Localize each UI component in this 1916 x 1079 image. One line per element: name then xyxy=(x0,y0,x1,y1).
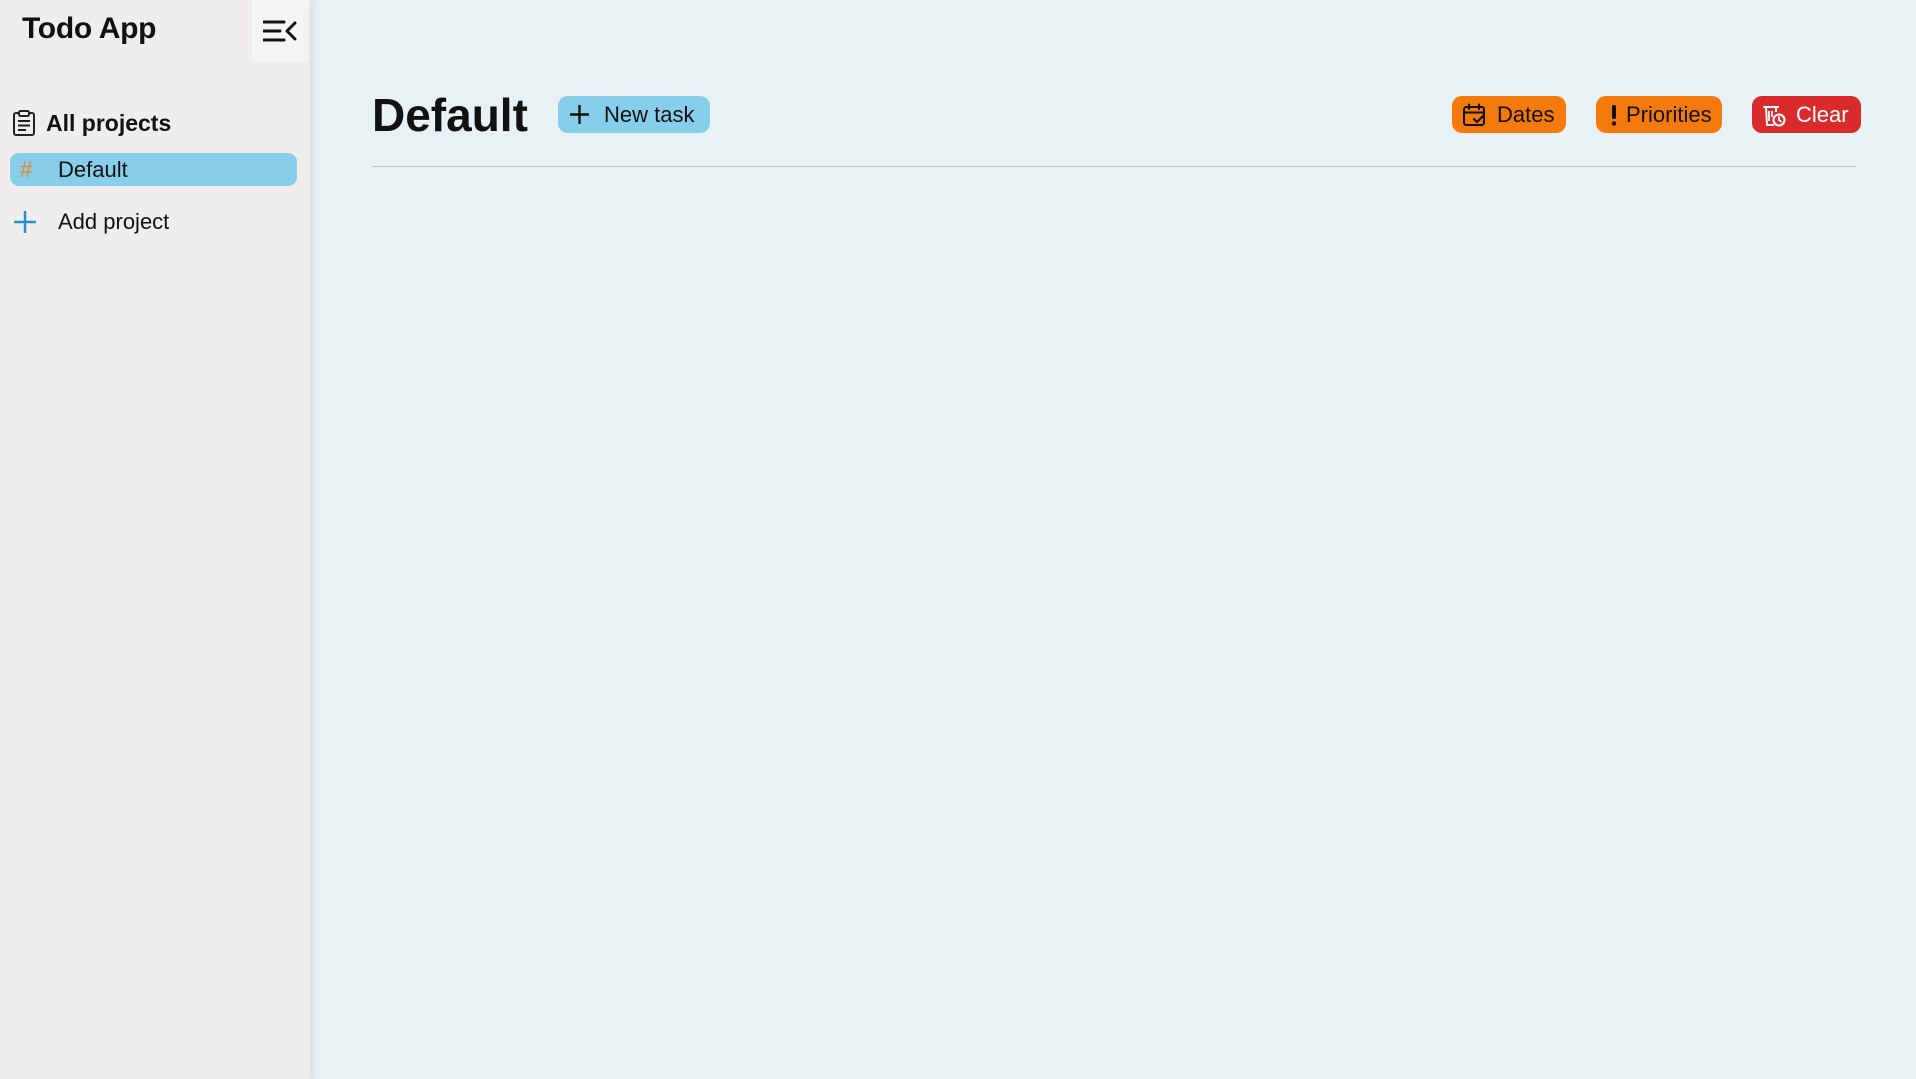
trash-clock-icon xyxy=(1763,106,1786,127)
new-task-label: New task xyxy=(604,102,695,127)
clear-label: Clear xyxy=(1796,102,1849,127)
exclamation-icon xyxy=(1611,105,1617,126)
all-projects-link[interactable]: All projects xyxy=(12,108,171,138)
dates-filter-button[interactable]: Dates xyxy=(1452,96,1566,133)
sidebar-header: Todo App xyxy=(0,0,310,62)
priorities-filter-button[interactable]: Priorities xyxy=(1596,96,1722,133)
priorities-label: Priorities xyxy=(1626,102,1712,127)
clear-button[interactable]: Clear xyxy=(1752,96,1861,133)
plus-icon xyxy=(570,105,589,124)
main-content: Default New task Dates Priorities Clear xyxy=(310,0,1916,1079)
collapse-sidebar-button[interactable] xyxy=(252,0,308,62)
header-divider xyxy=(372,166,1856,167)
all-projects-label: All projects xyxy=(46,109,172,136)
project-label: Default xyxy=(58,157,128,182)
app-title: Todo App xyxy=(22,12,157,45)
hash-icon: # xyxy=(19,156,33,182)
todo-app: Todo App All projects # Default Add proj… xyxy=(0,0,1916,1079)
plus-icon xyxy=(14,211,36,233)
new-task-button[interactable]: New task xyxy=(558,96,710,133)
sidebar: Todo App All projects # Default Add proj… xyxy=(0,0,310,1079)
clipboard-icon xyxy=(12,109,38,137)
calendar-check-icon xyxy=(1463,103,1486,126)
sidebar-item-default-project[interactable]: # Default xyxy=(10,153,297,186)
page-title: Default xyxy=(372,89,528,141)
dates-label: Dates xyxy=(1497,102,1555,127)
add-project-label: Add project xyxy=(58,209,170,234)
menu-collapse-icon xyxy=(263,20,297,42)
